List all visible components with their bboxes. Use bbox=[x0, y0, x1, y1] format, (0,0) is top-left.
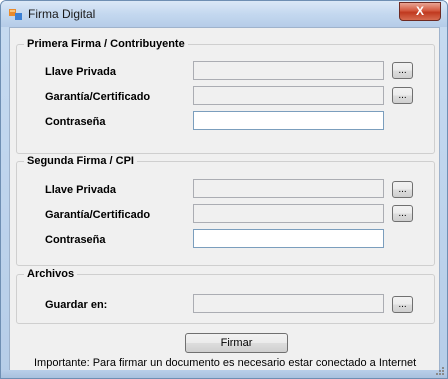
second-private-key-browse-button[interactable]: ... bbox=[392, 181, 413, 198]
first-signature-group-title: Primera Firma / Contribuyente bbox=[24, 38, 188, 50]
first-signature-group: Primera Firma / Contribuyente Llave Priv… bbox=[16, 38, 435, 154]
firma-digital-window: Firma Digital X Primera Firma / Contribu… bbox=[0, 0, 448, 379]
second-certificate-input[interactable] bbox=[194, 205, 383, 222]
first-private-key-label: Llave Privada bbox=[45, 66, 116, 78]
first-certificate-field[interactable] bbox=[193, 86, 384, 105]
resize-grip-icon[interactable] bbox=[435, 366, 445, 376]
save-in-input[interactable] bbox=[194, 295, 383, 312]
first-certificate-input[interactable] bbox=[194, 87, 383, 104]
second-private-key-label: Llave Privada bbox=[45, 184, 116, 196]
second-password-label: Contraseña bbox=[45, 234, 106, 246]
second-password-input[interactable] bbox=[194, 230, 383, 247]
title-bar[interactable]: Firma Digital X bbox=[1, 1, 447, 27]
internet-requirement-note: Importante: Para firmar un documento es … bbox=[34, 357, 417, 369]
app-window-icon bbox=[9, 9, 22, 20]
second-signature-group-title: Segunda Firma / CPI bbox=[24, 155, 137, 167]
second-certificate-label: Garantía/Certificado bbox=[45, 209, 151, 221]
first-password-field[interactable] bbox=[193, 111, 384, 130]
window-title: Firma Digital bbox=[28, 7, 96, 21]
first-certificate-label: Garantía/Certificado bbox=[45, 91, 151, 103]
first-private-key-field[interactable] bbox=[193, 61, 384, 80]
first-private-key-browse-button[interactable]: ... bbox=[392, 62, 413, 79]
first-password-input[interactable] bbox=[194, 112, 383, 129]
save-in-label: Guardar en: bbox=[45, 299, 108, 311]
second-certificate-field[interactable] bbox=[193, 204, 384, 223]
files-group: Archivos Guardar en: ... bbox=[16, 268, 435, 324]
window-bottom-border bbox=[1, 370, 447, 378]
close-button[interactable]: X bbox=[399, 2, 441, 21]
sign-button[interactable]: Firmar bbox=[185, 333, 288, 353]
save-in-field[interactable] bbox=[193, 294, 384, 313]
second-password-field[interactable] bbox=[193, 229, 384, 248]
first-certificate-browse-button[interactable]: ... bbox=[392, 87, 413, 104]
form-client-area: Primera Firma / Contribuyente Llave Priv… bbox=[9, 27, 440, 371]
first-password-label: Contraseña bbox=[45, 116, 106, 128]
first-private-key-input[interactable] bbox=[194, 62, 383, 79]
second-private-key-input[interactable] bbox=[194, 180, 383, 197]
close-icon: X bbox=[415, 4, 424, 18]
files-group-title: Archivos bbox=[24, 268, 78, 280]
second-signature-group: Segunda Firma / CPI Llave Privada ... Ga… bbox=[16, 155, 435, 266]
second-certificate-browse-button[interactable]: ... bbox=[392, 205, 413, 222]
second-private-key-field[interactable] bbox=[193, 179, 384, 198]
save-in-browse-button[interactable]: ... bbox=[392, 296, 413, 313]
